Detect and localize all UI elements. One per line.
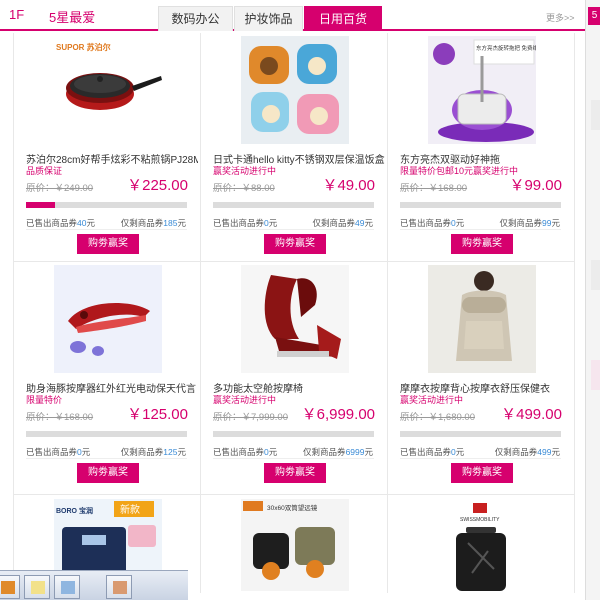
product-badge-text: 30x60双筒望远镜	[267, 503, 318, 512]
original-price: 原价：￥249.00	[26, 183, 94, 194]
suitcase-icon: SWISSMOBILITY	[428, 499, 536, 591]
taskbar-button[interactable]	[54, 575, 80, 599]
progress-bar	[400, 431, 561, 437]
product-tag: 品质保证	[26, 166, 63, 176]
floor-header: 1F 5星最爱 数码办公 护妆饰品 日用百货 更多>>	[0, 0, 585, 31]
taskbar	[0, 570, 188, 600]
product-image[interactable]	[241, 265, 349, 373]
progress-bar	[26, 202, 187, 208]
sold-count: 已售出商品券0元	[400, 218, 465, 228]
original-price: 原价：￥168.00	[400, 183, 468, 194]
sold-count: 已售出商品券0元	[26, 447, 91, 457]
divider	[26, 229, 187, 230]
product-card: 日式卡通hello kitty不锈钢双层保温饭盒 赢奖活动进行中 原价：￥88.…	[201, 33, 388, 262]
divider	[26, 458, 187, 459]
product-tag: 赢奖活动进行中	[213, 166, 277, 176]
tab-daily-goods[interactable]: 日用百货	[304, 6, 382, 31]
sold-count: 已售出商品券0元	[213, 218, 278, 228]
product-image[interactable]: 东方亮杰旋转拖把 免费维修 100% 保证品质	[428, 36, 583, 144]
dolphin-massager-icon	[54, 265, 162, 373]
original-price: 原价：￥1,680.00	[400, 412, 475, 423]
product-tag: 赢奖活动进行中	[213, 395, 277, 405]
progress-bar	[213, 202, 374, 208]
massage-chair-icon	[241, 265, 349, 373]
taskbar-button[interactable]	[24, 575, 50, 599]
product-card: SUPOR 苏泊尔 苏泊尔28cm好帮手炫彩不粘煎锅PJ28M4 品质保证 原价…	[14, 33, 201, 262]
buy-button[interactable]: 购劵赢奖	[451, 463, 513, 483]
sale-price: ￥99.00	[509, 177, 562, 194]
taskbar-button[interactable]	[0, 575, 20, 599]
divider	[400, 458, 561, 459]
tab-digital-office[interactable]: 数码办公	[158, 6, 233, 31]
buy-button[interactable]: 购劵赢奖	[77, 234, 139, 254]
side-thumb[interactable]	[591, 260, 600, 290]
progress-bar	[26, 431, 187, 437]
frying-pan-icon: SUPOR 苏泊尔	[56, 42, 162, 110]
buy-button[interactable]: 购劵赢奖	[264, 234, 326, 254]
massage-vest-icon	[428, 265, 536, 373]
side-thumb[interactable]	[591, 360, 600, 390]
tab-beauty-accessories[interactable]: 护妆饰品	[234, 6, 303, 31]
remaining-count: 仅剩商品券185元	[120, 218, 186, 228]
brand-logo: SUPOR 苏泊尔	[56, 42, 111, 52]
product-image[interactable]	[241, 36, 349, 144]
right-side-panel: 5	[585, 0, 600, 600]
product-image[interactable]: 30x60双筒望远镜	[241, 499, 349, 600]
product-tag: 限量特价包邮10元赢奖进行中	[400, 166, 519, 176]
product-tag: 限量特价	[26, 395, 63, 405]
floor-number: 1F	[9, 7, 25, 22]
divider	[400, 229, 561, 230]
progress-bar	[213, 431, 374, 437]
sold-count: 已售出商品券40元	[26, 218, 95, 228]
brand-logo: BORO 宝润	[56, 506, 93, 515]
remaining-count: 仅剩商品券125元	[120, 447, 186, 457]
binoculars-icon: 30x60双筒望远镜	[241, 499, 349, 591]
sale-price: ￥125.00	[127, 406, 188, 423]
progress-fill	[26, 202, 55, 208]
product-card: 多功能太空舱按摩椅 赢奖活动进行中 原价：￥7,999.00 ￥6,999.00…	[201, 262, 388, 495]
product-image[interactable]	[428, 265, 536, 373]
side-thumb[interactable]	[591, 100, 600, 130]
sale-price: ￥225.00	[127, 177, 188, 194]
divider	[213, 458, 374, 459]
product-image[interactable]: SWISSMOBILITY	[428, 499, 536, 600]
product-grid: SUPOR 苏泊尔 苏泊尔28cm好帮手炫彩不粘煎锅PJ28M4 品质保证 原价…	[13, 33, 583, 593]
original-price: 原价：￥7,999.00	[213, 412, 288, 423]
sale-price: ￥49.00	[322, 177, 375, 194]
brand-logo: SWISSMOBILITY	[460, 517, 500, 523]
product-card: 东方亮杰旋转拖把 免费维修 100% 保证品质 东方亮杰双驱动好神拖 限量特价包…	[388, 33, 583, 262]
page: 1F 5星最爱 数码办公 护妆饰品 日用百货 更多>> 5 SUPOR 苏泊尔	[0, 0, 600, 600]
product-badge-text: 新款	[120, 503, 140, 516]
buy-button[interactable]: 购劵赢奖	[451, 234, 513, 254]
sale-price: ￥499.00	[501, 406, 562, 423]
floor-title: 5星最爱	[49, 10, 96, 25]
remaining-count: 仅剩商品券6999元	[303, 447, 373, 457]
sale-price: ￥6,999.00	[301, 406, 375, 423]
product-tag: 赢奖活动进行中	[400, 395, 464, 405]
product-image[interactable]	[54, 265, 162, 373]
lunch-box-icon	[241, 36, 349, 144]
buy-button[interactable]: 购劵赢奖	[264, 463, 326, 483]
product-image[interactable]: SUPOR 苏泊尔	[54, 36, 162, 144]
progress-bar	[400, 202, 561, 208]
remaining-count: 仅剩商品券499元	[494, 447, 560, 457]
product-card: 助身海豚按摩器红外红光电动保天代言 限量特价 原价：￥168.00 ￥125.0…	[14, 262, 201, 495]
divider	[213, 229, 374, 230]
more-link[interactable]: 更多>>	[546, 11, 575, 24]
buy-button[interactable]: 购劵赢奖	[77, 463, 139, 483]
product-card: 30x60双筒望远镜	[201, 495, 388, 593]
product-badge-text: 东方亮杰旋转拖把 免费维修 100% 保证品质	[476, 44, 536, 52]
product-card: SWISSMOBILITY	[388, 495, 575, 593]
product-card: 摩摩衣按摩背心按摩衣舒压保健衣 赢奖活动进行中 原价：￥1,680.00 ￥49…	[388, 262, 575, 495]
spin-mop-icon: 东方亮杰旋转拖把 免费维修 100% 保证品质	[428, 36, 583, 144]
sold-count: 已售出商品券0元	[400, 447, 465, 457]
original-price: 原价：￥88.00	[213, 183, 275, 194]
remaining-count: 仅剩商品券99元	[499, 218, 561, 228]
original-price: 原价：￥168.00	[26, 412, 94, 423]
taskbar-button[interactable]	[106, 575, 132, 599]
sold-count: 已售出商品券0元	[213, 447, 278, 457]
side-floor-tab[interactable]: 5	[588, 7, 600, 25]
remaining-count: 仅剩商品券49元	[312, 218, 374, 228]
